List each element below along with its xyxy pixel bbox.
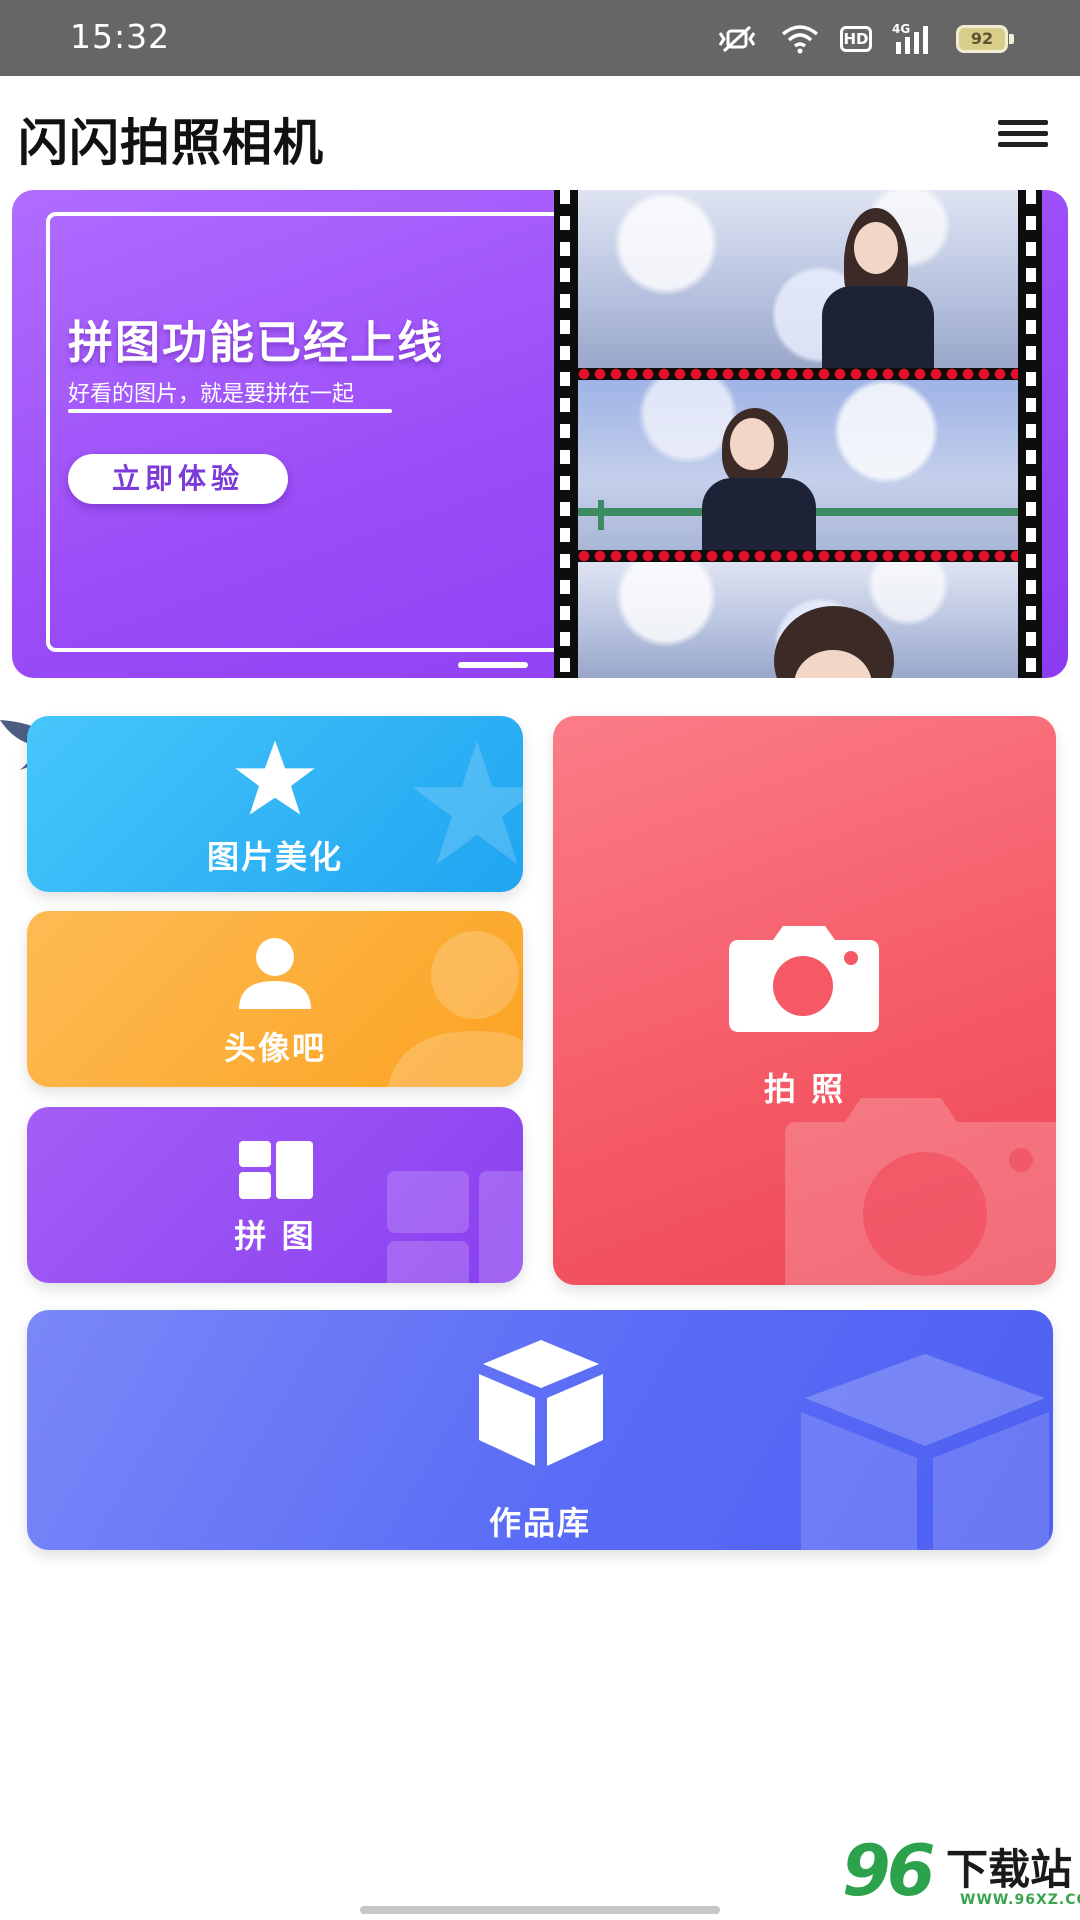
heart-divider	[578, 368, 1018, 380]
hamburger-menu-icon[interactable]	[998, 120, 1048, 148]
banner-underline	[68, 409, 392, 413]
wifi-icon	[781, 25, 819, 54]
gallery-label: 作品库	[488, 1504, 591, 1542]
take-photo-label: 拍 照	[763, 1070, 846, 1108]
status-time: 15:32	[70, 17, 171, 56]
take-photo-tile[interactable]: 拍 照	[553, 716, 1056, 1285]
vibrate-mute-icon	[718, 25, 756, 53]
app-header: 闪闪拍照相机	[0, 76, 1080, 186]
photo-beautify-label: 图片美化	[206, 838, 343, 876]
watermark-number: 96	[842, 1830, 935, 1912]
cellular-signal-icon: 4G	[892, 22, 928, 54]
collage-photo-3	[578, 562, 1018, 678]
collage-photo-2	[578, 380, 1018, 550]
camera-decoration	[785, 1098, 1056, 1285]
battery-icon: 92	[956, 25, 1014, 53]
gallery-tile[interactable]: 作品库	[27, 1310, 1053, 1550]
collage-photo-1	[578, 190, 1018, 368]
avatar-label: 头像吧	[223, 1029, 326, 1067]
star-icon	[235, 740, 315, 815]
grid-icon	[239, 1141, 313, 1199]
banner-page-indicator	[458, 662, 528, 668]
battery-level: 92	[956, 25, 1008, 53]
hd-badge: HD	[840, 26, 872, 52]
heart-divider	[578, 550, 1018, 562]
status-bar: 15:32 HD 4G 92	[0, 0, 1080, 76]
banner-headline: 拼图功能已经上线	[68, 316, 445, 369]
banner-subtitle: 好看的图片，就是要拼在一起	[68, 382, 355, 407]
camera-icon	[729, 926, 879, 1032]
try-now-button[interactable]: 立即体验	[68, 454, 288, 504]
cube-icon	[479, 1340, 603, 1466]
app-title: 闪闪拍照相机	[18, 114, 324, 172]
photo-beautify-tile[interactable]: 图片美化	[27, 716, 523, 892]
watermark-url: WWW.96XZ.COM	[960, 1892, 1080, 1908]
collage-label: 拼 图	[234, 1217, 316, 1255]
film-strip-image	[554, 190, 1042, 678]
promo-banner[interactable]: 拼图功能已经上线 好看的图片，就是要拼在一起 立即体验	[12, 190, 1068, 678]
status-icons: HD 4G 92	[714, 20, 1014, 58]
site-watermark: 96 下载站 WWW.96XZ.COM	[842, 1826, 1080, 1914]
person-icon	[239, 938, 311, 1009]
collage-tile[interactable]: 拼 图	[27, 1107, 523, 1283]
network-type-label: 4G	[892, 22, 910, 36]
avatar-tile[interactable]: 头像吧	[27, 911, 523, 1087]
app-screen: 15:32 HD 4G 92 闪闪拍照相机 拼图功能已经上线 好看的图片，就是要…	[0, 0, 1080, 1920]
watermark-text: 下载站	[946, 1845, 1073, 1894]
home-indicator[interactable]	[360, 1906, 720, 1914]
